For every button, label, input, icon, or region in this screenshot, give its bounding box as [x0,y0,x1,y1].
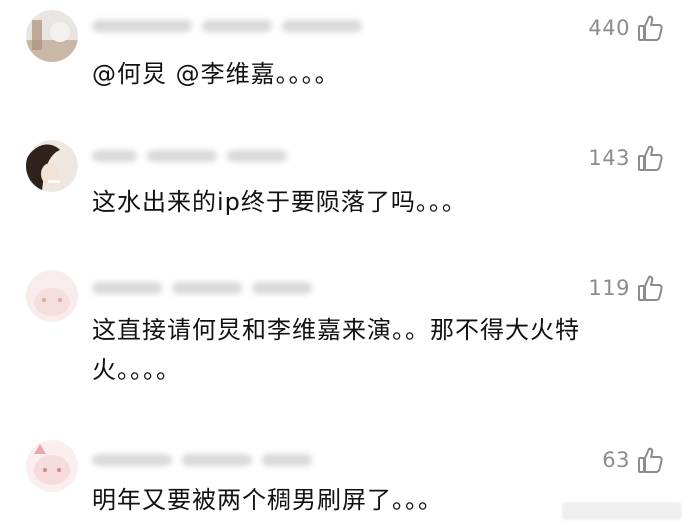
avatar[interactable] [26,140,78,192]
comment-line: 火。。。。 [92,356,181,384]
thumbs-up-icon [638,275,663,301]
like-count: 63 [602,448,630,472]
watermark-blurred [562,502,682,520]
avatar-image [26,10,78,62]
user-meta-blurred [92,450,322,470]
avatar-image [26,140,78,192]
avatar[interactable] [26,270,78,322]
comment-text: @何炅 @李维嘉。。。。 [92,54,340,94]
like-button[interactable]: 119 [588,272,664,304]
thumbs-up-icon [638,15,663,41]
comment-line: 这水出来的ip终于要陨落了吗。。。 [92,188,467,216]
comment-line: @何炅 @李维嘉。。。。 [92,60,340,88]
user-meta-blurred [92,16,372,36]
user-meta-blurred [92,278,332,298]
avatar[interactable] [26,10,78,62]
comment-line: 明年又要被两个稠男刷屏了。。。 [92,486,443,514]
comment-text: 明年又要被两个稠男刷屏了。。。 [92,480,443,520]
thumbs-up-icon [638,447,663,473]
like-button[interactable]: 63 [602,444,664,476]
comment-text: 这水出来的ip终于要陨落了吗。。。 [92,182,467,222]
like-button[interactable]: 143 [588,142,664,174]
comment-line: 这直接请何炅和李维嘉来演。。那不得大火特 [92,316,580,344]
avatar-image [26,270,78,322]
comment-text: 这直接请何炅和李维嘉来演。。那不得大火特 火。。。。 [92,310,580,390]
like-count: 440 [588,16,630,40]
thumbs-up-icon [638,145,663,171]
avatar[interactable] [26,440,78,492]
like-button[interactable]: 440 [588,12,664,44]
user-meta-blurred [92,146,302,166]
avatar-image [26,440,78,492]
like-count: 143 [588,146,630,170]
like-count: 119 [588,276,630,300]
